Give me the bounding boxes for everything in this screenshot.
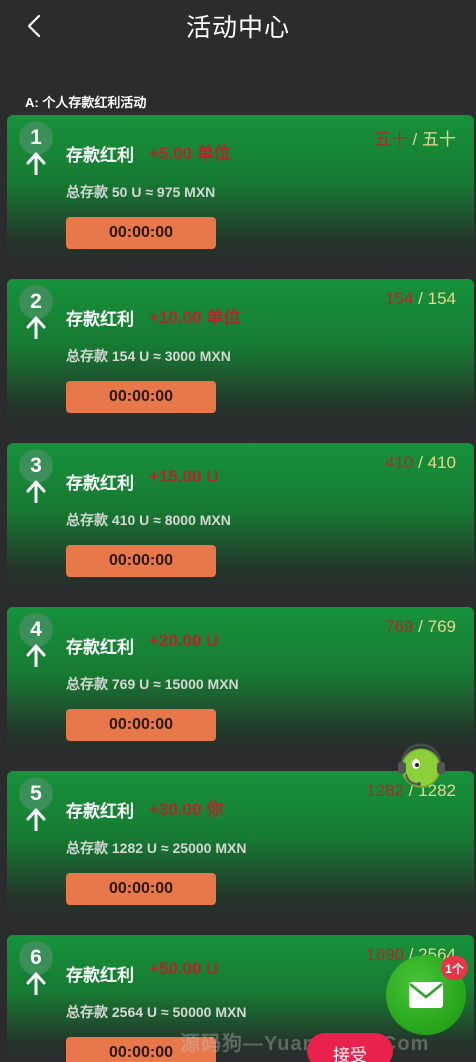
arrow-up-icon [26, 644, 46, 667]
card-index: 2 [19, 285, 53, 319]
card-bonus: +50.00 U [149, 959, 219, 978]
card-index: 4 [19, 613, 53, 647]
arrow-up-icon [26, 972, 46, 995]
card-bonus: +15.00 U [149, 467, 219, 486]
card-index: 3 [19, 449, 53, 483]
arrow-up-icon [26, 808, 46, 831]
timer-button[interactable]: 00:00:00 [66, 217, 216, 249]
accept-button[interactable]: 接受 [307, 1033, 393, 1062]
card-bonus: +5.00 单位 [149, 144, 231, 163]
arrow-up-icon [26, 480, 46, 503]
card-bonus: +30.00 你 [149, 800, 224, 819]
card-index: 1 [19, 121, 53, 155]
bonus-card: 4 存款红利 +20.00 U 总存款 769 U ≈ 15000 MXN 00… [7, 607, 474, 757]
card-progress: 410 / 410 [385, 453, 456, 472]
progress-current: 五十 [373, 130, 408, 149]
bonus-card: 2 存款红利 +10.00 单位 总存款 154 U ≈ 3000 MXN 00… [7, 279, 474, 429]
progress-current: 154 [385, 289, 414, 308]
timer-button[interactable]: 00:00:00 [66, 709, 216, 741]
timer-button[interactable]: 00:00:00 [66, 545, 216, 577]
card-total: 总存款 769 U ≈ 15000 MXN [66, 676, 239, 692]
card-bonus: +20.00 U [149, 631, 219, 650]
card-total: 总存款 1282 U ≈ 25000 MXN [66, 840, 247, 856]
card-name: 存款红利 [66, 474, 134, 493]
mail-badge: 1个 [441, 956, 468, 980]
card-total: 总存款 154 U ≈ 3000 MXN [66, 348, 231, 364]
timer-button[interactable]: 00:00:00 [66, 873, 216, 905]
timer-button[interactable]: 00:00:00 [66, 1037, 216, 1062]
card-progress: 五十 / 五十 [373, 130, 456, 149]
card-progress: 154 / 154 [385, 289, 456, 308]
progress-current: 769 [385, 617, 414, 636]
progress-current: 410 [385, 453, 414, 472]
progress-total: 五十 [422, 130, 456, 149]
card-name: 存款红利 [66, 310, 134, 329]
arrow-up-icon [26, 316, 46, 339]
progress-total: 154 [427, 289, 456, 308]
card-total: 总存款 410 U ≈ 8000 MXN [66, 512, 231, 528]
card-total: 总存款 2564 U ≈ 50000 MXN [66, 1004, 247, 1020]
progress-total: 769 [427, 617, 456, 636]
header: 活动中心 [0, 0, 476, 52]
customer-service-icon[interactable] [394, 738, 448, 792]
card-name: 存款红利 [66, 638, 134, 657]
card-name: 存款红利 [66, 802, 134, 821]
section-label: A: 个人存款红利活动 [25, 95, 147, 110]
card-total: 总存款 50 U ≈ 975 MXN [66, 184, 216, 200]
card-progress: 769 / 769 [385, 617, 456, 636]
card-bonus: +10.00 单位 [149, 308, 241, 327]
envelope-icon [409, 982, 443, 1008]
progress-total: 410 [427, 453, 456, 472]
card-name: 存款红利 [66, 146, 134, 165]
card-index: 6 [19, 941, 53, 975]
page-title: 活动中心 [185, 14, 290, 42]
bonus-card: 5 存款红利 +30.00 你 总存款 1282 U ≈ 25000 MXN 0… [7, 771, 474, 921]
timer-button[interactable]: 00:00:00 [66, 381, 216, 413]
arrow-up-icon [26, 152, 46, 175]
bonus-card: 1 存款红利 +5.00 单位 总存款 50 U ≈ 975 MXN 00:00… [7, 115, 474, 265]
back-button[interactable] [22, 14, 46, 38]
chevron-left-icon [27, 14, 41, 38]
card-index: 5 [19, 777, 53, 811]
bonus-card: 3 存款红利 +15.00 U 总存款 410 U ≈ 8000 MXN 00:… [7, 443, 474, 593]
progress-current: 1690 [366, 945, 404, 964]
card-name: 存款红利 [66, 966, 134, 985]
